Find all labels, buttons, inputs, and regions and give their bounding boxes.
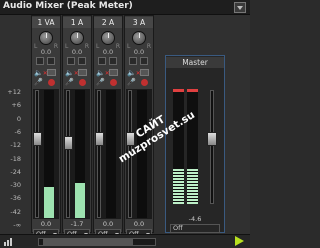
volume-db-value[interactable]: 0.0	[125, 220, 153, 228]
master-meter-fill-left	[173, 169, 184, 204]
pan-knob[interactable]	[132, 31, 146, 45]
speaker-mute-icon[interactable]: 🔈✕	[127, 69, 141, 77]
channel-strip: 1 VA L R 0.0 🔈✕ 🎤 0.0 Off	[31, 15, 61, 239]
record-button[interactable]	[110, 79, 117, 86]
level-meter	[75, 90, 85, 218]
db-scale-tick: -42	[10, 207, 21, 216]
db-scale-tick: 0	[16, 114, 21, 123]
pan-value[interactable]: 0.0	[94, 48, 122, 56]
routing-button[interactable]	[129, 57, 137, 65]
fader-track[interactable]	[97, 90, 101, 218]
record-icon[interactable]: 🎤	[34, 78, 43, 86]
titlebar: Audio Mixer (Peak Meter)	[0, 0, 250, 15]
routing-button[interactable]	[36, 57, 44, 65]
scrollbar-thumb[interactable]	[43, 239, 133, 245]
master-strip: Master -4.6 Off	[165, 55, 225, 233]
audio-mixer-window: Audio Mixer (Peak Meter) 1 VA L R 0.0 🔈✕…	[0, 0, 250, 248]
level-meter-fill	[44, 187, 54, 218]
solo-button[interactable]	[140, 69, 149, 76]
routing-button[interactable]	[98, 57, 106, 65]
db-scale-tick: +6	[11, 101, 21, 110]
level-meter-fill	[75, 183, 85, 218]
bars-icon[interactable]	[4, 238, 14, 246]
record-button[interactable]	[141, 79, 148, 86]
db-scale-tick: -∞	[13, 221, 21, 229]
db-scale-tick: -12	[10, 141, 21, 150]
master-fader-track[interactable]	[210, 90, 214, 204]
fx-button[interactable]	[47, 57, 55, 65]
volume-db-value[interactable]: 0.0	[94, 220, 122, 228]
fx-button[interactable]	[109, 57, 117, 65]
channel-name: 1 VA	[32, 17, 60, 28]
record-icon[interactable]: 🎤	[96, 78, 105, 86]
speaker-mute-icon[interactable]: 🔈✕	[96, 69, 110, 77]
window-title: Audio Mixer (Peak Meter)	[3, 1, 133, 11]
pan-knob[interactable]	[39, 31, 53, 45]
fx-button[interactable]	[78, 57, 86, 65]
db-scale-tick: -6	[14, 127, 21, 136]
horizontal-scrollbar[interactable]	[38, 238, 156, 246]
volume-db-value[interactable]: 0.0	[32, 220, 60, 228]
pan-value[interactable]: 0.0	[63, 48, 91, 56]
panel-menu-button[interactable]	[234, 2, 246, 13]
channel-buttons	[127, 57, 153, 66]
channel-buttons	[65, 57, 91, 66]
pan-value[interactable]: 0.0	[125, 48, 153, 56]
fader-track[interactable]	[35, 90, 39, 218]
volume-db-value[interactable]: -1.7	[63, 220, 91, 228]
fader-track[interactable]	[66, 90, 70, 218]
solo-button[interactable]	[78, 69, 87, 76]
db-scale-tick: -30	[10, 181, 21, 190]
db-scale-tick: -24	[10, 167, 21, 176]
master-mode-select[interactable]: Off	[170, 224, 220, 233]
db-scale-tick: -18	[10, 154, 21, 163]
pan-knob[interactable]	[70, 31, 84, 45]
fx-button[interactable]	[140, 57, 148, 65]
pan-value[interactable]: 0.0	[32, 48, 60, 56]
channel-name: 2 A	[94, 17, 122, 28]
channel-buttons	[34, 57, 60, 66]
record-button[interactable]	[48, 79, 55, 86]
channel-name: 3 A	[125, 17, 153, 28]
solo-button[interactable]	[47, 69, 56, 76]
master-fader-handle[interactable]	[207, 132, 217, 146]
master-meter-fill-right	[187, 169, 198, 204]
pan-knob[interactable]	[101, 31, 115, 45]
fader-handle[interactable]	[64, 136, 73, 150]
play-icon[interactable]	[235, 236, 244, 246]
speaker-mute-icon[interactable]: 🔈✕	[65, 69, 79, 77]
db-scale-tick: +12	[7, 88, 21, 96]
channel-name: 1 A	[63, 17, 91, 28]
level-meter	[106, 90, 116, 218]
master-name: Master	[166, 57, 224, 68]
fader-handle[interactable]	[33, 132, 42, 146]
master-db-value[interactable]: -4.6	[166, 215, 224, 223]
speaker-mute-icon[interactable]: 🔈✕	[34, 69, 48, 77]
record-icon[interactable]: 🎤	[65, 78, 74, 86]
routing-button[interactable]	[67, 57, 75, 65]
solo-button[interactable]	[109, 69, 118, 76]
bottom-bar	[0, 234, 250, 248]
channel-buttons	[96, 57, 122, 66]
channel-strip: 1 A L R 0.0 🔈✕ 🎤 -1.7 Off	[62, 15, 92, 239]
master-peak-left	[173, 89, 184, 92]
record-icon[interactable]: 🎤	[127, 78, 136, 86]
fader-handle[interactable]	[95, 132, 104, 146]
master-peak-right	[187, 89, 198, 92]
record-button[interactable]	[79, 79, 86, 86]
db-scale-tick: -36	[10, 194, 21, 203]
level-meter	[44, 90, 54, 218]
channel-strip: 2 A L R 0.0 🔈✕ 🎤 0.0 Off	[93, 15, 123, 239]
